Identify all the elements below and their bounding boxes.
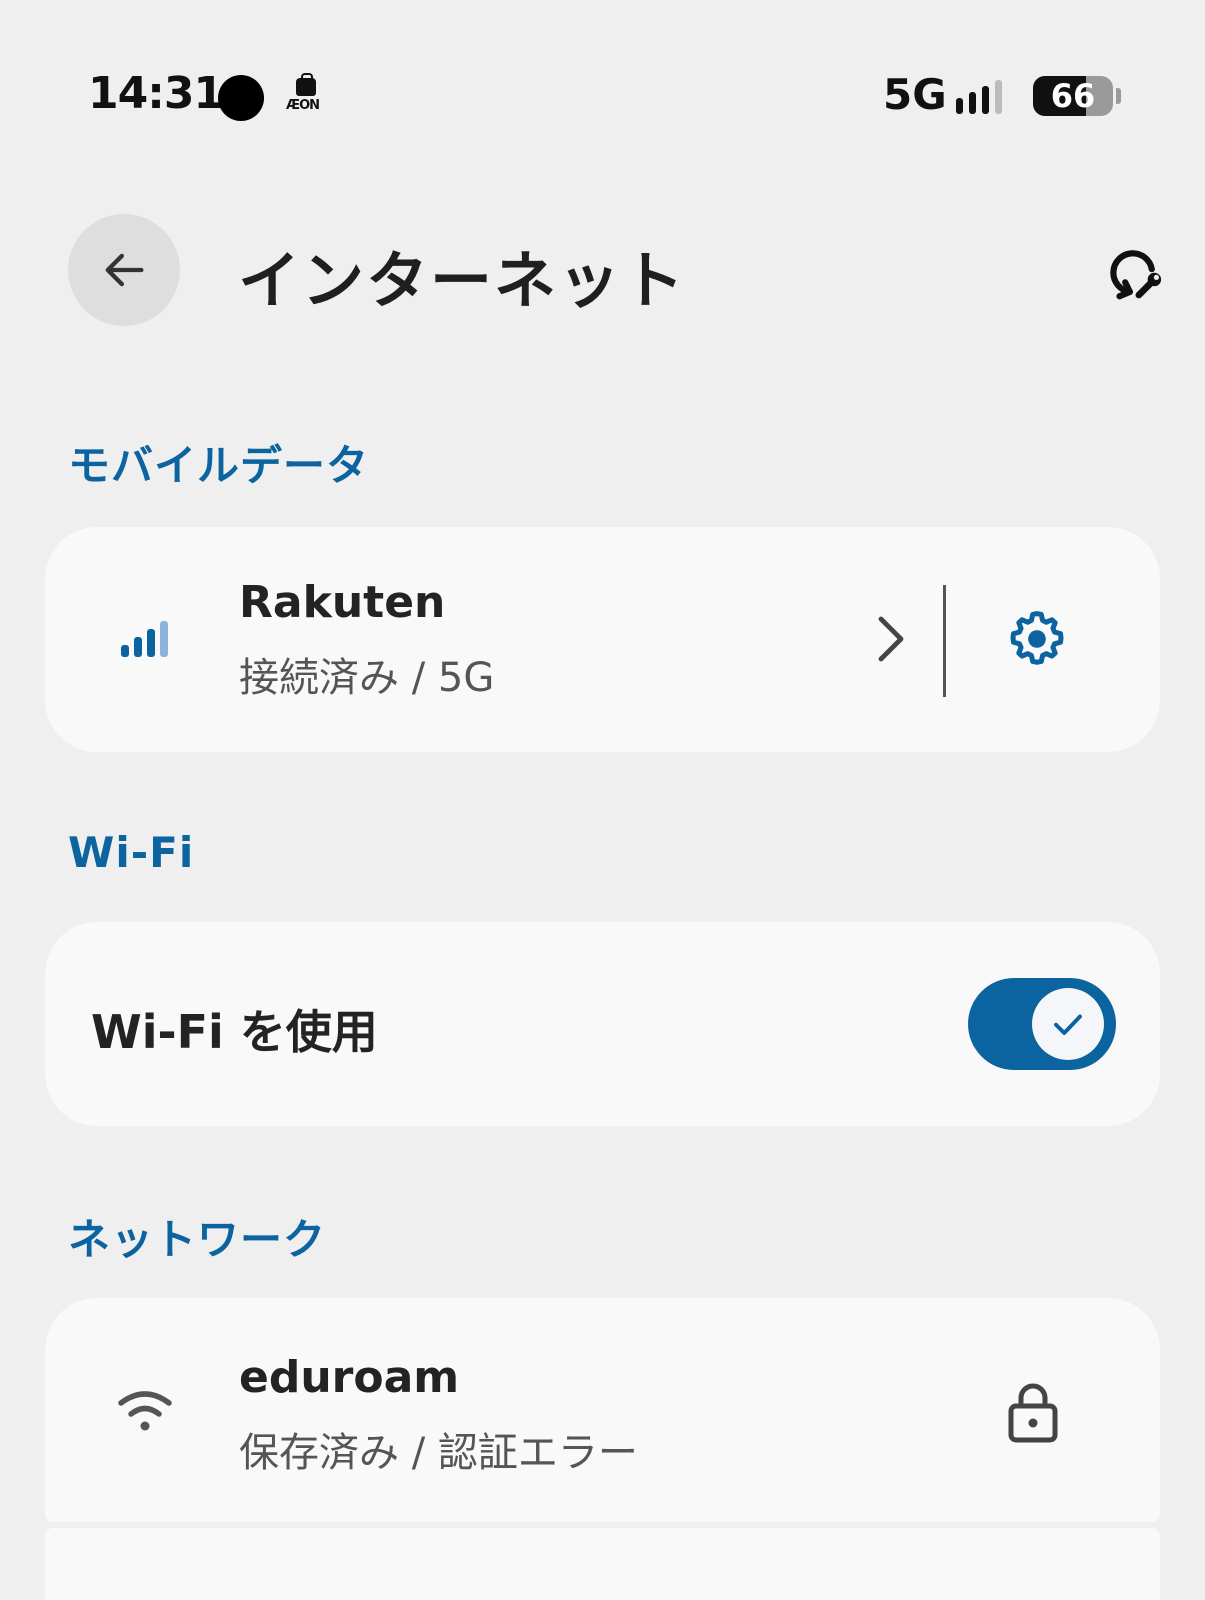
network-reset-button[interactable]	[1100, 238, 1170, 308]
carrier-settings-button[interactable]	[995, 597, 1079, 681]
wifi-toggle[interactable]	[968, 978, 1116, 1070]
lock-icon	[1005, 1380, 1061, 1444]
network-ssid: eduroam	[239, 1352, 460, 1403]
use-wifi-label: Wi-Fi を使用	[91, 1005, 378, 1059]
back-button[interactable]	[68, 214, 180, 326]
divider	[943, 585, 946, 697]
aeon-label: ÆON	[286, 98, 320, 113]
wifi-icon	[117, 1384, 173, 1436]
chevron-right-icon	[878, 616, 904, 662]
check-icon	[1054, 1014, 1082, 1035]
networks-section-header: ネットワーク	[68, 1215, 327, 1264]
battery-tip	[1116, 88, 1121, 104]
mobile-data-section-header: モバイルデータ	[68, 441, 370, 490]
carrier-name: Rakuten	[239, 577, 446, 628]
network-type: 5G	[883, 70, 947, 119]
network-list-item-next[interactable]	[45, 1528, 1160, 1600]
battery-icon: 66	[1033, 76, 1113, 116]
notification-dot-icon	[218, 75, 264, 121]
toggle-knob	[1032, 988, 1104, 1060]
internet-settings-screen: 14:31 ÆON 5G 66 インターネット モバイルデータ Rakuten …	[0, 0, 1205, 1600]
network-reset-icon	[1110, 250, 1162, 300]
status-time: 14:31	[88, 68, 224, 119]
network-status: 保存済み / 認証エラー	[239, 1430, 638, 1476]
carrier-detail-button[interactable]	[855, 597, 927, 681]
page-title: インターネット	[238, 244, 687, 317]
network-list-item[interactable]: eduroam 保存済み / 認証エラー	[45, 1298, 1160, 1522]
battery-level: 66	[1050, 77, 1096, 115]
arrow-left-icon	[105, 253, 144, 287]
signal-bars-icon	[119, 613, 171, 665]
aeon-shopping-icon: ÆON	[286, 73, 326, 120]
gear-icon	[1010, 611, 1064, 665]
use-wifi-card[interactable]: Wi-Fi を使用	[45, 922, 1160, 1126]
carrier-status: 接続済み / 5G	[239, 655, 495, 701]
status-bar: 14:31 ÆON 5G 66	[88, 66, 1121, 126]
wifi-section-header: Wi-Fi	[68, 828, 195, 877]
mobile-data-card: Rakuten 接続済み / 5G	[45, 527, 1160, 752]
